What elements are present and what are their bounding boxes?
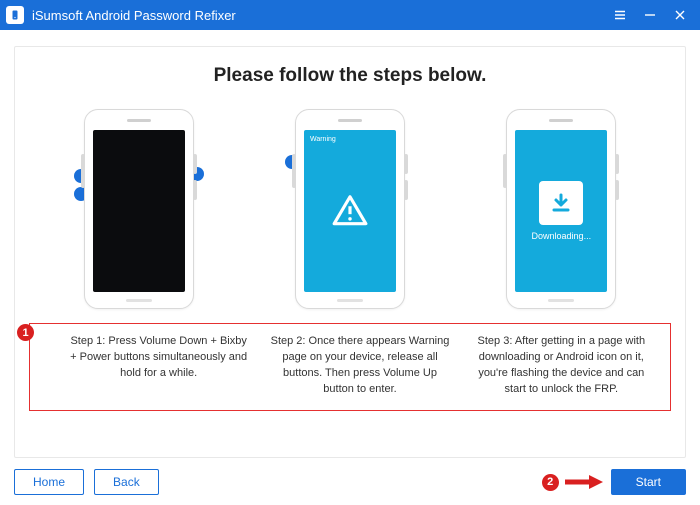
warning-label: Warning xyxy=(310,136,336,143)
steps-box: 1 Step 1: Press Volume Down + Bixby + Po… xyxy=(29,323,671,411)
phone-screen-downloading: Downloading... xyxy=(515,130,607,292)
arrow-icon xyxy=(563,473,603,491)
step-3-text: Step 3: After getting in a page with dow… xyxy=(461,334,662,398)
phone-step2: Warning xyxy=(295,109,405,309)
app-title: iSumsoft Android Password Refixer xyxy=(32,8,612,23)
back-button[interactable]: Back xyxy=(94,469,159,495)
annotation-1: 1 xyxy=(17,324,34,341)
titlebar: iSumsoft Android Password Refixer xyxy=(0,0,700,30)
phone-step3: Downloading... xyxy=(506,109,616,309)
close-icon[interactable] xyxy=(672,7,688,23)
phone-screen-off xyxy=(93,130,185,292)
phone-step1 xyxy=(84,109,194,309)
start-button[interactable]: Start xyxy=(611,469,686,495)
minimize-icon[interactable] xyxy=(642,7,658,23)
footer-bar: Home Back 2 Start xyxy=(14,469,686,495)
step-1-text: Step 1: Press Volume Down + Bixby + Powe… xyxy=(58,334,259,398)
step-2-text: Step 2: Once there appears Warning page … xyxy=(259,334,460,398)
home-button[interactable]: Home xyxy=(14,469,84,495)
window-controls xyxy=(612,7,694,23)
content-area: Please follow the steps below. xyxy=(0,30,700,458)
instruction-card: Please follow the steps below. xyxy=(14,46,686,458)
app-icon xyxy=(6,6,24,24)
phone-screen-warning: Warning xyxy=(304,130,396,292)
downloading-label: Downloading... xyxy=(532,231,592,241)
download-icon xyxy=(539,181,583,225)
phone-illustrations: Warning xyxy=(25,109,675,309)
menu-icon[interactable] xyxy=(612,7,628,23)
page-title: Please follow the steps below. xyxy=(25,65,675,87)
warning-triangle-icon xyxy=(331,192,369,230)
annotation-2: 2 xyxy=(542,474,559,491)
